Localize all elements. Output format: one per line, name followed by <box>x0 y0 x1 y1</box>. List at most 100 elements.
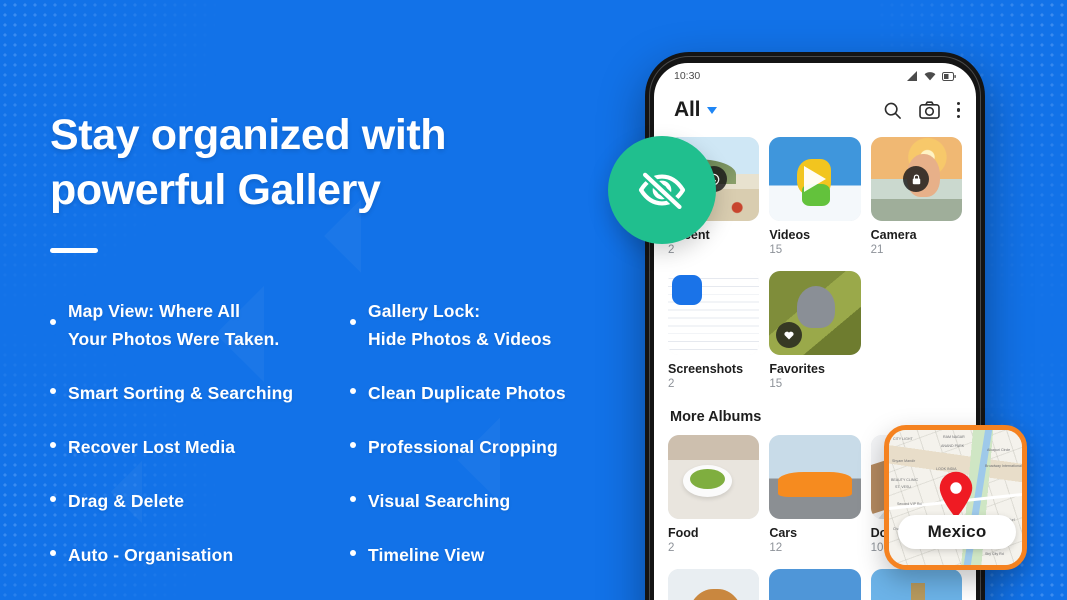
lock-icon <box>903 166 930 193</box>
status-bar-time: 10:30 <box>674 70 701 82</box>
album-card-camera[interactable]: Camera 21 <box>870 137 962 257</box>
map-label: BEAUTY CLINIC <box>891 478 919 482</box>
headline-line-2: powerful Gallery <box>50 166 381 215</box>
map-label: Second VIP Rd <box>897 502 922 506</box>
album-thumbnail <box>769 435 861 520</box>
camera-icon[interactable] <box>919 101 940 119</box>
hide-feature-badge <box>608 136 716 244</box>
album-count: 15 <box>769 244 783 257</box>
chevron-down-icon[interactable] <box>707 106 718 114</box>
album-thumbnail <box>870 137 962 222</box>
bullet-icon <box>50 388 56 395</box>
album-card-videos[interactable]: Videos 15 <box>769 137 861 257</box>
feature-text: Map View: Where All Your Photos Were Tak… <box>68 301 280 350</box>
list-item: Timeline View <box>350 541 630 569</box>
album-card-cars[interactable]: Cars 12 <box>769 435 861 555</box>
title-divider <box>50 248 98 254</box>
feature-text: Drag & Delete <box>68 491 185 512</box>
album-count: 15 <box>769 378 783 391</box>
app-bar-actions <box>883 101 960 120</box>
bullet-icon <box>350 388 356 395</box>
album-count: 12 <box>769 542 783 555</box>
location-label-pill: Mexico <box>898 515 1016 549</box>
album-thumbnail <box>769 569 861 600</box>
album-name: Videos <box>769 228 811 243</box>
album-name: Camera <box>870 228 917 243</box>
thumbnail-art <box>668 569 760 600</box>
thumbnail-art <box>769 435 861 520</box>
album-card-flowers[interactable] <box>769 569 861 600</box>
album-count: 2 <box>668 378 675 391</box>
signal-icon <box>907 71 917 81</box>
battery-icon <box>942 71 956 81</box>
list-item: Smart Sorting & Searching <box>50 379 350 407</box>
album-thumbnail <box>769 137 861 222</box>
album-count: 21 <box>870 244 884 257</box>
map-pin-icon <box>939 471 972 518</box>
feature-list: Map View: Where All Your Photos Were Tak… <box>50 297 630 595</box>
play-icon <box>803 166 826 192</box>
feature-text: Auto - Organisation <box>68 545 234 566</box>
bullet-icon <box>50 442 56 449</box>
list-item: Clean Duplicate Photos <box>350 379 630 407</box>
list-item: Professional Cropping <box>350 433 630 461</box>
album-card-screenshots[interactable]: Screenshots 2 <box>668 271 760 391</box>
album-thumbnail <box>769 271 861 356</box>
map-label: Sky City Rd <box>985 552 1004 556</box>
feature-text: Visual Searching <box>368 491 511 512</box>
status-bar: 10:30 <box>654 63 976 87</box>
map-label: Broadway International S <box>985 464 1026 468</box>
eye-off-icon <box>638 169 686 213</box>
map-view-card: CITY LIGHT RAM NAGAR ANAND PARK Alkapuri… <box>884 425 1027 570</box>
overflow-menu-icon[interactable] <box>956 102 960 118</box>
list-item: Gallery Lock: Hide Photos & Videos <box>350 297 630 353</box>
album-thumbnail <box>870 569 962 600</box>
album-name: Screenshots <box>668 362 744 377</box>
map-label: ANAND PARK <box>941 444 965 448</box>
album-card-food[interactable]: Food 2 <box>668 435 760 555</box>
album-card-landmark[interactable] <box>870 569 962 600</box>
map-label: CITY LIGHT <box>893 437 913 441</box>
list-item: Auto - Organisation <box>50 541 350 569</box>
bullet-icon <box>350 550 356 557</box>
feature-column-left: Map View: Where All Your Photos Were Tak… <box>50 297 350 595</box>
album-count: 2 <box>668 542 675 555</box>
album-name: Food <box>668 526 699 541</box>
search-icon[interactable] <box>883 101 902 120</box>
album-count: 2 <box>668 244 675 257</box>
thumbnail-art <box>668 271 760 356</box>
map-label: ST. VESU <box>895 485 911 489</box>
feature-text: Clean Duplicate Photos <box>368 383 566 404</box>
feature-text: Professional Cropping <box>368 437 558 458</box>
album-filter-label[interactable]: All <box>674 98 700 122</box>
list-item: Visual Searching <box>350 487 630 515</box>
section-title-more-albums: More Albums <box>670 409 762 426</box>
thumbnail-art <box>668 435 760 520</box>
list-item: Map View: Where All Your Photos Were Tak… <box>50 297 350 353</box>
feature-text: Timeline View <box>368 545 485 566</box>
album-name: Favorites <box>769 362 825 377</box>
album-card-favorites[interactable]: Favorites 15 <box>769 271 861 391</box>
thumbnail-art <box>870 569 962 600</box>
headline-line-1: Stay organized with <box>50 111 447 159</box>
album-thumbnail <box>668 435 760 520</box>
page-title: Stay organized with powerful Gallery <box>50 108 630 218</box>
location-name: Mexico <box>927 522 987 541</box>
album-thumbnail <box>668 569 760 600</box>
bullet-icon <box>350 442 356 449</box>
bullet-icon <box>350 496 356 503</box>
map-label: RAM NAGAR <box>943 435 965 439</box>
bullet-icon <box>50 496 56 503</box>
feature-text: Gallery Lock: Hide Photos & Videos <box>368 301 552 350</box>
app-bar: All <box>654 87 976 133</box>
feature-text: Recover Lost Media <box>68 437 236 458</box>
bullet-icon <box>50 319 56 326</box>
map-label: Shyam Mandir <box>892 459 916 463</box>
list-item: Recover Lost Media <box>50 433 350 461</box>
album-card-empty-slot <box>871 271 962 390</box>
list-item: Drag & Delete <box>50 487 350 515</box>
feature-text: Smart Sorting & Searching <box>68 383 294 404</box>
bullet-icon <box>50 550 56 557</box>
album-card-dog[interactable] <box>668 569 760 600</box>
map-label: Alkapuri Circle <box>987 448 1011 452</box>
